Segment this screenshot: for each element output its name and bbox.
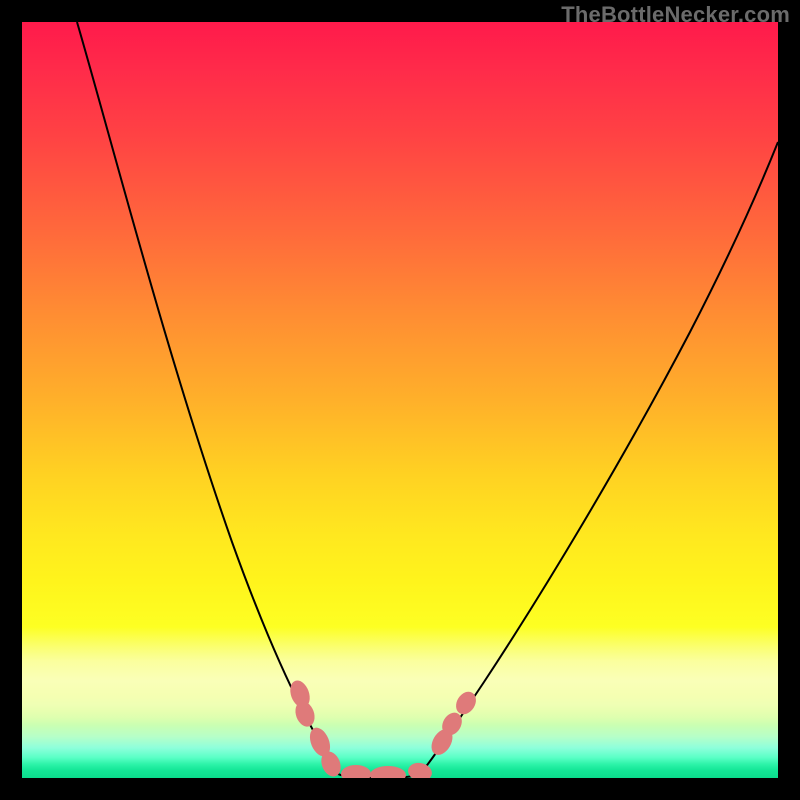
curve-marker <box>341 765 371 778</box>
curve-left-arm <box>77 22 338 774</box>
plot-area <box>22 22 778 778</box>
curve-marker <box>406 761 433 778</box>
chart-overlay <box>22 22 778 778</box>
curve-markers <box>287 678 480 778</box>
curve-right-arm <box>420 142 778 774</box>
curve-marker <box>370 766 406 778</box>
